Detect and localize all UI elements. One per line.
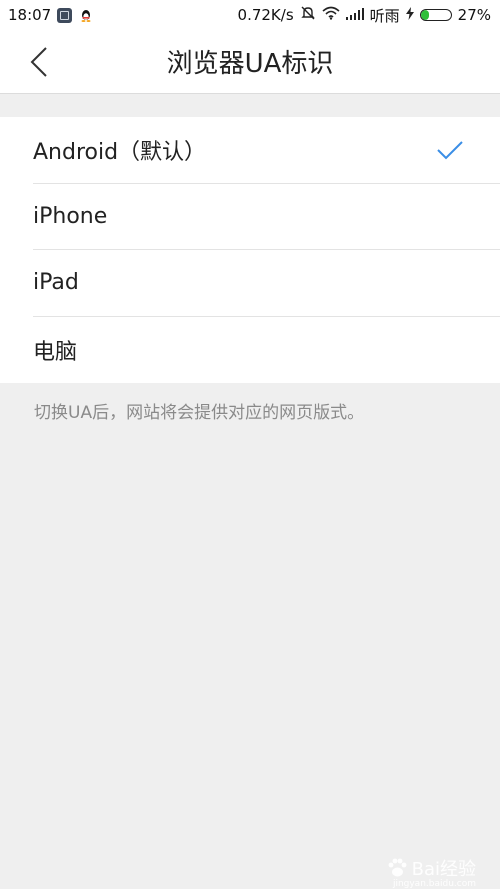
back-button[interactable] [22,44,56,80]
battery-icon [419,9,452,21]
watermark-url: jingyan.baidu.com [392,879,476,889]
ua-option-list: Android（默认） iPhone iPad 电脑 [0,117,500,383]
chevron-left-icon [30,47,47,77]
watermark-text: Bai经验 [411,859,476,880]
ua-option-label: iPhone [33,203,108,229]
carrier-name: 听雨 [369,6,400,25]
checkmark-icon [437,141,463,160]
battery-level-fill [420,10,429,20]
wifi-icon [322,6,340,24]
status-bar: 18:07 0.72K/s 听雨 27% [0,0,500,30]
ua-option-ipad[interactable]: iPad [33,250,500,317]
ua-option-label: Android（默认） [33,139,207,165]
app-header: 浏览器UA标识 [0,30,500,94]
qq-penguin-icon [78,7,94,23]
clock: 18:07 [8,6,52,24]
baidu-jingyan-watermark: Bai经验 jingyan.baidu.com [386,855,476,889]
ua-hint-text: 切换UA后，网站将会提供对应的网页版式。 [34,403,365,423]
ua-option-pc[interactable]: 电脑 [33,317,500,384]
paw-icon [388,858,407,877]
ua-option-iphone[interactable]: iPhone [33,184,500,250]
ua-option-android[interactable]: Android（默认） [33,117,500,184]
ua-option-label: iPad [33,270,79,296]
signal-icon [345,6,364,24]
battery-percent: 27% [457,6,491,24]
app-notification-icon [57,7,73,23]
ua-option-label: 电脑 [33,339,78,365]
mute-bell-icon [300,5,316,25]
charging-bolt-icon [405,6,414,24]
network-speed: 0.72K/s [237,6,294,24]
page-title: 浏览器UA标识 [166,49,334,79]
